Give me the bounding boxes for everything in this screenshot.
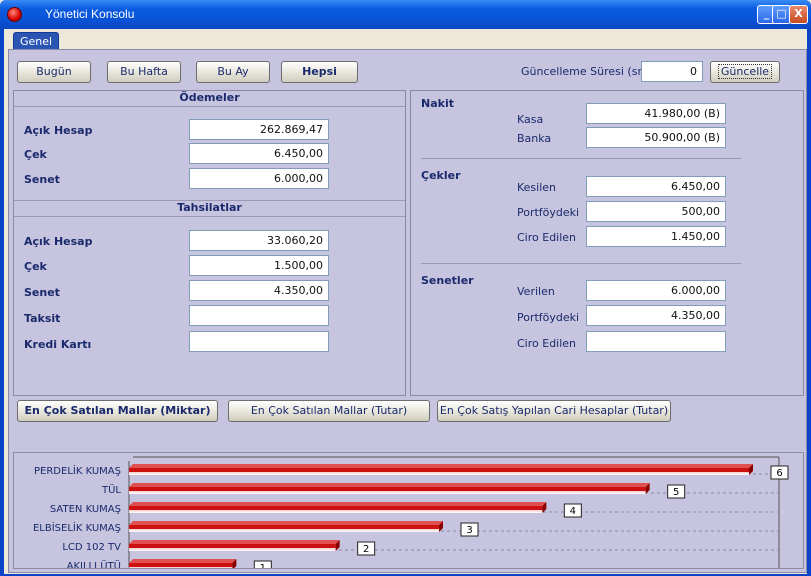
tab-panel: Bugün Bu Hafta Bu Ay Hepsi Güncelleme Sü… xyxy=(8,49,807,575)
window-title: Yönetici Konsolu xyxy=(45,7,135,21)
chart-category-label: PERDELİK KUMAŞ xyxy=(34,464,121,477)
payments-check-field[interactable]: 6.450,00 xyxy=(189,143,329,164)
payments-title: Ödemeler xyxy=(14,91,405,107)
refresh-interval-label: Güncelleme Süresi (sn) xyxy=(521,65,649,78)
cash-register-label: Kasa xyxy=(517,113,544,126)
this-month-button[interactable]: Bu Ay xyxy=(196,61,270,83)
notes-portfolio-label: Portföydeki xyxy=(517,311,580,324)
payments-note-label: Senet xyxy=(24,173,60,186)
chart-bar-top xyxy=(129,559,237,563)
payments-check-label: Çek xyxy=(24,148,47,161)
collections-check-field[interactable]: 1.500,00 xyxy=(189,255,329,276)
notes-title: Senetler xyxy=(421,274,474,287)
chart-bar-top xyxy=(129,464,753,468)
notes-endorsed-label: Ciro Edilen xyxy=(517,337,577,350)
payments-open-account-field[interactable]: 262.869,47 xyxy=(189,119,329,140)
chart-category-label: SATEN KUMAŞ xyxy=(50,504,121,515)
divider xyxy=(421,263,741,264)
divider xyxy=(421,158,741,159)
notes-portfolio-field[interactable]: 4.350,00 xyxy=(586,305,726,326)
client-area: Genel Bugün Bu Hafta Bu Ay Hepsi Güncell… xyxy=(4,29,807,575)
chart-bar-top xyxy=(129,502,547,506)
checks-issued-field[interactable]: 6.450,00 xyxy=(586,176,726,197)
chart-bar xyxy=(129,563,233,570)
collections-open-account-label: Açık Hesap xyxy=(24,235,93,248)
collections-credit-card-field[interactable] xyxy=(189,331,329,352)
collections-credit-card-label: Kredi Kartı xyxy=(24,338,92,351)
all-button[interactable]: Hepsi xyxy=(281,61,358,83)
close-icon: X xyxy=(794,7,803,20)
maximize-icon: □ xyxy=(776,7,787,20)
checks-portfolio-label: Portföydeki xyxy=(517,206,580,219)
refresh-button-label: Güncelle xyxy=(717,64,773,79)
checks-portfolio-field[interactable]: 500,00 xyxy=(586,201,726,222)
notes-given-field[interactable]: 6.000,00 xyxy=(586,280,726,301)
cash-title: Nakit xyxy=(421,97,454,110)
chart-bar xyxy=(129,487,646,494)
app-icon xyxy=(7,7,22,22)
checks-endorsed-field[interactable]: 1.450,00 xyxy=(586,226,726,247)
chart-bar xyxy=(129,525,439,532)
checks-endorsed-label: Ciro Edilen xyxy=(517,231,577,244)
report-top-accounts-amount-button[interactable]: En Çok Satış Yapılan Cari Hesaplar (Tuta… xyxy=(437,400,671,422)
chart-bar-top xyxy=(129,521,443,525)
chart-data-label: 5 xyxy=(673,487,679,498)
checks-title: Çekler xyxy=(421,169,461,182)
notes-endorsed-field[interactable] xyxy=(586,331,726,352)
chart-bar xyxy=(129,506,543,513)
chart-category-label: AKILLI ÜTÜ xyxy=(67,559,121,568)
refresh-button[interactable]: Güncelle xyxy=(710,61,780,83)
collections-check-label: Çek xyxy=(24,260,47,273)
chart-data-label: 3 xyxy=(466,525,472,536)
chart-category-label: LCD 102 TV xyxy=(62,542,121,553)
payments-note-field[interactable]: 6.000,00 xyxy=(189,168,329,189)
report-top-products-amount-button[interactable]: En Çok Satılan Mallar (Tutar) xyxy=(228,400,430,422)
cash-register-field[interactable]: 41.980,00 (B) xyxy=(586,103,726,124)
title-bar[interactable]: Yönetici Konsolu _ □ X xyxy=(0,0,811,29)
chart-bar-top xyxy=(129,483,650,487)
collections-title: Tahsilatlar xyxy=(14,200,405,217)
refresh-interval-input[interactable]: 0 xyxy=(641,61,703,82)
bank-field[interactable]: 50.900,00 (B) xyxy=(586,127,726,148)
payments-collections-frame: Ödemeler Açık Hesap 262.869,47 Çek 6.450… xyxy=(13,90,406,396)
this-week-button[interactable]: Bu Hafta xyxy=(107,61,181,83)
report-top-products-qty-button[interactable]: En Çok Satılan Mallar (Miktar) xyxy=(17,400,218,422)
chart-category-label: TÜL xyxy=(101,483,121,496)
collections-note-label: Senet xyxy=(24,286,60,299)
payments-open-account-label: Açık Hesap xyxy=(24,124,93,137)
main-window: Yönetici Konsolu _ □ X Genel Bugün Bu Ha… xyxy=(0,0,811,576)
chart-data-label: 1 xyxy=(260,563,266,568)
notes-given-label: Verilen xyxy=(517,285,555,298)
chart-bar xyxy=(129,544,336,551)
collections-open-account-field[interactable]: 33.060,20 xyxy=(189,230,329,251)
chart-data-label: 2 xyxy=(363,544,369,555)
chart-category-label: ELBİSELİK KUMAŞ xyxy=(33,521,121,534)
chart-bar xyxy=(129,468,749,475)
chart-bar-top xyxy=(129,540,340,544)
collections-installment-label: Taksit xyxy=(24,312,61,325)
collections-note-field[interactable]: 4.350,00 xyxy=(189,280,329,301)
chart-data-label: 6 xyxy=(776,468,782,479)
bank-label: Banka xyxy=(517,132,552,145)
chart-canvas: PERDELİK KUMAŞ 6 TÜL 5 SATEN KUMAŞ 4 ELBİSELİK… xyxy=(33,456,789,575)
checks-issued-label: Kesilen xyxy=(517,181,557,194)
cash-checks-notes-frame: Nakit Kasa 41.980,00 (B) Banka 50.900,00… xyxy=(410,90,804,396)
top-products-chart: PERDELİK KUMAŞ 6 TÜL 5 SATEN KUMAŞ 4 ELBİSELİK… xyxy=(13,452,804,575)
close-button[interactable]: X xyxy=(789,5,808,24)
chart-data-label: 4 xyxy=(570,506,576,517)
today-button[interactable]: Bugün xyxy=(17,61,91,83)
collections-installment-field[interactable] xyxy=(189,305,329,326)
tab-genel[interactable]: Genel xyxy=(13,32,60,50)
minimize-icon: _ xyxy=(763,7,770,20)
